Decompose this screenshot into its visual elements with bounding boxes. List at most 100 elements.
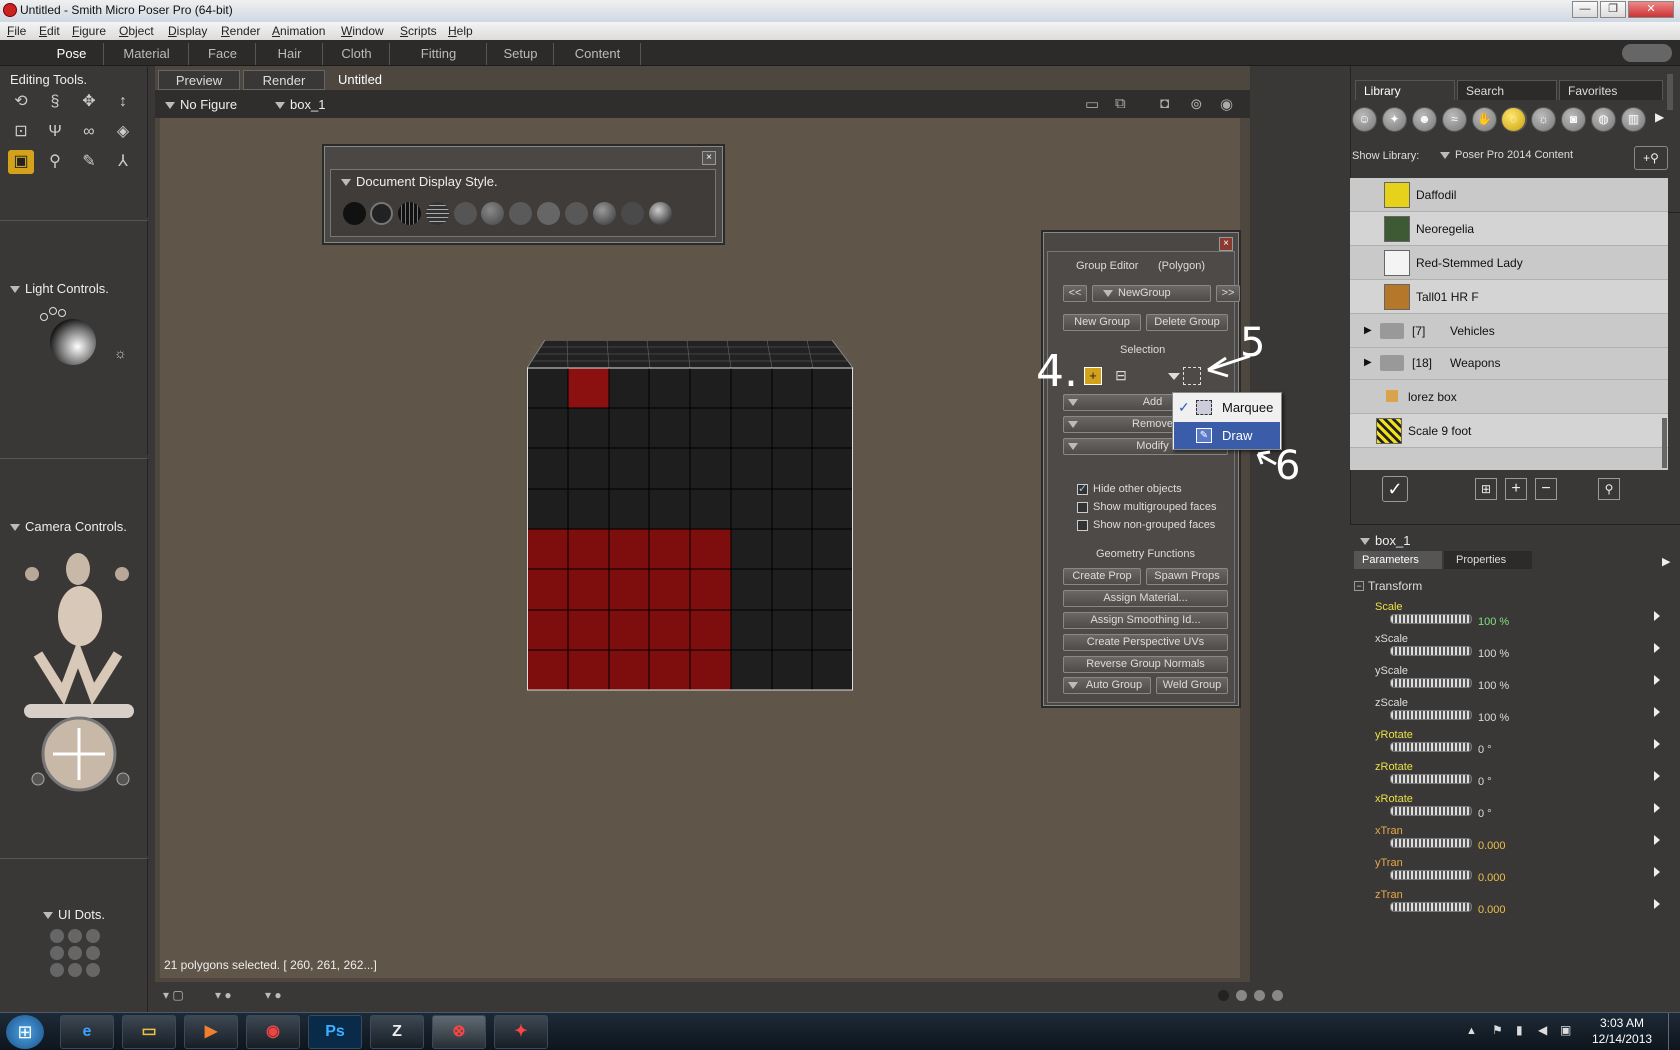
tab-preview[interactable]: Preview	[158, 70, 240, 90]
tray-expand-icon[interactable]: ▲	[1466, 1025, 1477, 1037]
silhouette-style-icon[interactable]	[343, 202, 366, 225]
taper-tool-icon[interactable]: Ψ	[42, 120, 68, 144]
param-scale-dial[interactable]	[1390, 614, 1472, 624]
param-menu-arrow-icon[interactable]	[1654, 771, 1660, 781]
ui-dots-grid[interactable]	[50, 929, 102, 979]
menu-render[interactable]: Render	[221, 24, 260, 38]
list-item[interactable]: lorez box	[1350, 380, 1668, 414]
param-yrotate-value[interactable]: 0 °	[1478, 744, 1492, 756]
smooth-lined-style-icon[interactable]	[621, 202, 644, 225]
library-source-dropdown[interactable]: Poser Pro 2014 Content	[1440, 149, 1573, 161]
poser-pro-icon[interactable]: ⊗	[432, 1015, 486, 1049]
hair-category-icon[interactable]: ≈	[1442, 107, 1467, 132]
show-nongrouped-checkbox[interactable]	[1077, 520, 1088, 531]
shading-options-icon[interactable]: ▾ ●	[215, 988, 232, 1002]
menu-edit[interactable]: Edit	[39, 24, 60, 38]
windows-start-icon[interactable]: ⊞	[6, 1015, 44, 1049]
room-tab-content[interactable]: Content	[555, 43, 641, 65]
list-item[interactable]: ▶ [7] Vehicles	[1350, 314, 1668, 348]
param-zrotate-dial[interactable]	[1390, 774, 1472, 784]
twist-tool-icon[interactable]: §	[42, 90, 68, 114]
rotate-tool-icon[interactable]: ⟲	[8, 90, 34, 114]
tab-render[interactable]: Render	[243, 70, 325, 90]
translate-tool-icon[interactable]: ✥	[76, 90, 102, 114]
materials-category-icon[interactable]: ◍	[1591, 107, 1616, 132]
show-desktop-button[interactable]	[1668, 1013, 1680, 1050]
param-menu-arrow-icon[interactable]	[1654, 803, 1660, 813]
ui-dots-toggle[interactable]	[1622, 44, 1672, 62]
tab-properties[interactable]: Properties	[1444, 551, 1532, 569]
param-menu-arrow-icon[interactable]	[1654, 611, 1660, 621]
next-group-button[interactable]: >>	[1216, 285, 1240, 302]
actor-selector[interactable]: box_1	[275, 97, 325, 112]
menu-window[interactable]: Window	[341, 24, 384, 38]
param-menu-arrow-icon[interactable]	[1654, 835, 1660, 845]
lighting-options-icon[interactable]: ▾ ●	[265, 988, 282, 1002]
param-xscale-dial[interactable]	[1390, 646, 1472, 656]
param-zrotate-value[interactable]: 0 °	[1478, 776, 1492, 788]
outline-style-icon[interactable]	[370, 202, 393, 225]
maximize-button[interactable]: ❐	[1600, 1, 1626, 18]
sun-light-icon[interactable]: ☼	[114, 345, 127, 361]
add-to-library-icon[interactable]: ⊞	[1475, 478, 1497, 500]
menu-object[interactable]: Object	[119, 24, 154, 38]
list-item[interactable]: ▶ [18] Weapons	[1350, 346, 1668, 380]
param-xscale-value[interactable]: 100 %	[1478, 648, 1509, 660]
display-style-title[interactable]: Document Display Style.	[341, 174, 498, 189]
orbit-icon[interactable]: ⊚	[1190, 95, 1203, 113]
ui-dots-title[interactable]: UI Dots.	[43, 907, 105, 922]
tab-library[interactable]: Library	[1355, 80, 1455, 100]
param-ztran-dial[interactable]	[1390, 902, 1472, 912]
param-menu-arrow-icon[interactable]	[1654, 867, 1660, 877]
menu-file[interactable]: File	[7, 24, 26, 38]
param-scale-value[interactable]: 100 %	[1478, 616, 1509, 628]
room-tab-hair[interactable]: Hair	[257, 43, 323, 65]
param-yscale-dial[interactable]	[1390, 678, 1472, 688]
hands-category-icon[interactable]: ✋	[1472, 107, 1497, 132]
file-explorer-icon[interactable]: ▭	[122, 1015, 176, 1049]
param-ztran-value[interactable]: 0.000	[1478, 904, 1506, 916]
tab-favorites[interactable]: Favorites	[1559, 80, 1663, 100]
marquee-selection-icon[interactable]	[1183, 367, 1201, 385]
scenes-category-icon[interactable]: ▥	[1621, 107, 1646, 132]
param-zscale-value[interactable]: 100 %	[1478, 712, 1509, 724]
list-item[interactable]: Red-Stemmed Lady	[1350, 246, 1668, 280]
cartoon-style-icon[interactable]	[537, 202, 560, 225]
param-yscale-value[interactable]: 100 %	[1478, 680, 1509, 692]
collapse-group-icon[interactable]: −	[1354, 581, 1364, 591]
figure-selector[interactable]: No Figure	[165, 97, 237, 112]
previous-group-button[interactable]: <<	[1063, 285, 1087, 302]
close-icon[interactable]: ×	[702, 151, 716, 165]
hide-other-objects-checkbox[interactable]	[1077, 482, 1088, 495]
create-perspective-uvs-button[interactable]: Create Perspective UVs	[1063, 634, 1228, 651]
light-controls-title[interactable]: Light Controls.	[10, 281, 109, 296]
media-player-icon[interactable]: ▶	[184, 1015, 238, 1049]
wireframe-style-icon[interactable]	[398, 202, 421, 225]
display-options-icon[interactable]: ▾ ▢	[163, 988, 184, 1002]
chain-break-icon[interactable]: ∞	[76, 120, 102, 144]
param-ytran-dial[interactable]	[1390, 870, 1472, 880]
add-selection-icon[interactable]: +	[1084, 367, 1102, 385]
room-tab-setup[interactable]: Setup	[488, 43, 554, 65]
tab-parameters[interactable]: Parameters	[1354, 551, 1442, 569]
camera-control-widget[interactable]	[18, 544, 140, 794]
flat-shaded-style-icon[interactable]	[481, 202, 504, 225]
param-xrotate-value[interactable]: 0 °	[1478, 808, 1492, 820]
param-xtran-value[interactable]: 0.000	[1478, 840, 1506, 852]
flat-lined-style-icon[interactable]	[509, 202, 532, 225]
poses-category-icon[interactable]: ✦	[1382, 107, 1407, 132]
parameters-menu-icon[interactable]: ▶	[1662, 555, 1670, 568]
direct-manipulation-icon[interactable]: ⅄	[110, 150, 136, 174]
create-prop-button[interactable]: Create Prop	[1063, 568, 1141, 585]
room-tab-material[interactable]: Material	[105, 43, 189, 65]
grouping-tool-icon[interactable]: ▣	[8, 150, 34, 174]
menu-figure[interactable]: Figure	[72, 24, 106, 38]
figures-category-icon[interactable]: ☺	[1352, 107, 1377, 132]
assign-material-button[interactable]: Assign Material...	[1063, 590, 1228, 607]
param-yrotate-dial[interactable]	[1390, 742, 1472, 752]
globe-icon[interactable]: ◉	[1220, 95, 1233, 113]
assign-smoothing-button[interactable]: Assign Smoothing Id...	[1063, 612, 1228, 629]
expand-arrow-icon[interactable]: ▶	[1364, 357, 1372, 368]
list-item[interactable]: Scale 9 foot	[1350, 414, 1668, 448]
room-tab-pose[interactable]: Pose	[40, 43, 104, 65]
